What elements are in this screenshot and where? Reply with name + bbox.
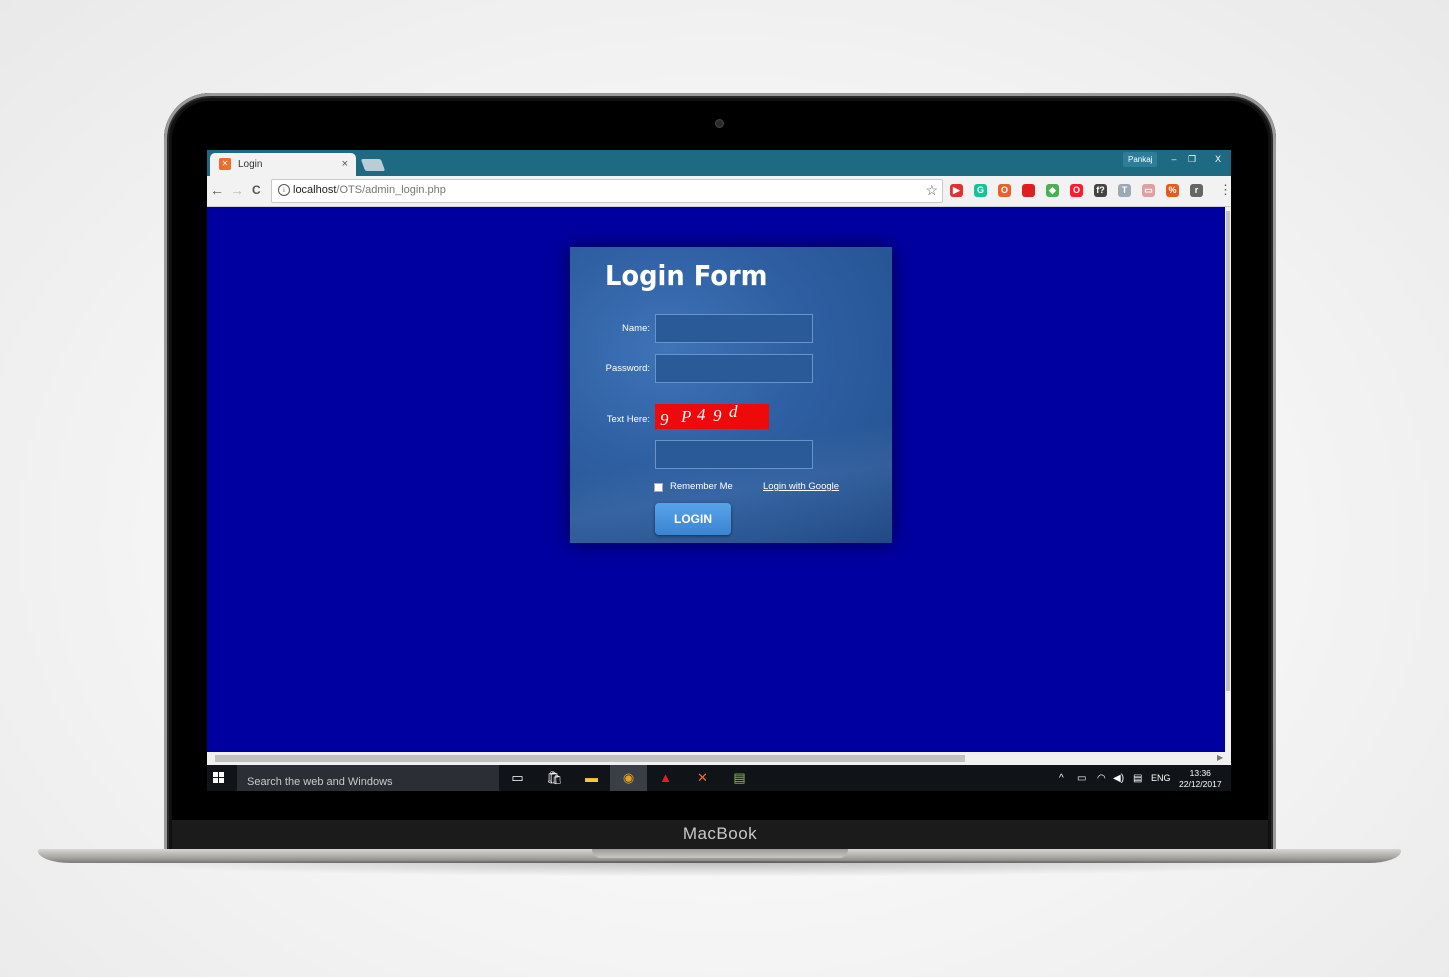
laptop-base-notch — [592, 849, 848, 858]
name-label: Name: — [622, 323, 650, 334]
camera-icon — [716, 120, 723, 127]
formula-ext-icon[interactable]: f? — [1094, 184, 1107, 197]
url-path: /OTS/admin_login.php — [336, 184, 446, 196]
browser-tab-login[interactable]: ✕ Login × — [210, 153, 356, 176]
wifi-icon[interactable]: ◠ — [1097, 773, 1106, 784]
tab-title: Login — [238, 159, 263, 170]
forward-icon[interactable]: → — [230, 183, 244, 197]
captcha-label: Text Here: — [606, 414, 650, 425]
remember-me-label: Remember Me — [670, 481, 733, 492]
browser-toolbar: ← → C i localhost/OTS/admin_login.php ☆ … — [207, 176, 1231, 207]
laptop-shadow — [80, 861, 1360, 877]
form-title: Login Form — [605, 259, 768, 292]
captcha-char: d — [729, 404, 738, 421]
captcha-image: 9 P 4 9 d — [655, 404, 769, 429]
address-bar[interactable]: i localhost/OTS/admin_login.php ☆ — [271, 179, 943, 203]
bookmark-star-icon[interactable]: ☆ — [925, 182, 938, 199]
login-button[interactable]: LOGIN — [655, 503, 731, 535]
profile-button[interactable]: Pankaj — [1123, 152, 1158, 167]
minimize-icon[interactable]: – — [1165, 151, 1183, 167]
opera-ext-icon[interactable]: O — [1070, 184, 1083, 197]
restore-icon[interactable]: ❐ — [1183, 151, 1201, 167]
info-icon[interactable]: i — [278, 184, 290, 196]
captcha-input[interactable] — [655, 440, 813, 469]
calendar-ext-icon[interactable]: ▭ — [1142, 184, 1155, 197]
captcha-char: P — [681, 407, 692, 426]
clock-time: 13:36 — [1189, 768, 1211, 778]
url-host: localhost — [293, 184, 337, 196]
grammarly-ext-icon[interactable]: G — [974, 184, 987, 197]
bookmark-ext-icon[interactable] — [1022, 184, 1035, 197]
vertical-scrollbar[interactable] — [1225, 207, 1231, 752]
xampp-favicon-icon: ✕ — [219, 158, 231, 170]
text-ext-icon[interactable]: T — [1118, 184, 1131, 197]
office-ext-icon[interactable]: O — [998, 184, 1011, 197]
notifications-icon[interactable]: ▤ — [1133, 773, 1142, 784]
vertical-scroll-thumb[interactable] — [1226, 211, 1230, 691]
video-ext-icon[interactable]: ▶ — [950, 184, 963, 197]
password-label: Password: — [605, 363, 650, 374]
battery-icon[interactable]: ▭ — [1077, 773, 1086, 784]
percent-ext-icon[interactable]: % — [1166, 184, 1179, 197]
windows-taskbar: Search the web and Windows ▭ 🛍 ▬ ◉ ▲ ✕ ▤… — [207, 765, 1231, 791]
tab-close-icon[interactable]: × — [342, 158, 348, 170]
colorful-ext-icon[interactable]: ◆ — [1046, 184, 1059, 197]
r-ext-icon[interactable]: r — [1190, 184, 1203, 197]
task-view-icon[interactable]: ▭ — [499, 765, 536, 791]
page-content: Login Form Name: Password: Text Here: 9 … — [207, 207, 1225, 752]
remember-me-checkbox[interactable] — [654, 483, 663, 492]
new-tab-button[interactable] — [360, 159, 386, 171]
macbook-label: MacBook — [682, 824, 758, 843]
windows-start-icon[interactable] — [213, 772, 225, 784]
back-icon[interactable]: ← — [210, 183, 224, 197]
horizontal-scroll-thumb[interactable] — [215, 755, 965, 762]
close-window-icon[interactable]: X — [1209, 151, 1227, 167]
tray-expand-icon[interactable]: ^ — [1059, 773, 1064, 784]
scroll-right-icon[interactable]: ▶ — [1217, 753, 1223, 762]
name-input[interactable] — [655, 314, 813, 343]
captcha-char: 9 — [713, 406, 722, 425]
language-indicator[interactable]: ENG — [1151, 773, 1171, 783]
horizontal-scrollbar[interactable]: ▶ — [207, 752, 1231, 765]
clock-date: 22/12/2017 — [1179, 779, 1222, 789]
captcha-char: 9 — [660, 410, 669, 429]
xampp-icon[interactable]: ✕ — [684, 765, 721, 791]
notepad-icon[interactable]: ▤ — [721, 765, 758, 791]
screen: ✕ Login × Pankaj – ❐ X ← → C i localhost… — [207, 150, 1231, 791]
taskbar-clock[interactable]: 13:36 22/12/2017 — [1179, 768, 1222, 790]
password-input[interactable] — [655, 354, 813, 383]
reload-icon[interactable]: C — [252, 183, 261, 197]
chrome-icon[interactable]: ◉ — [610, 765, 647, 791]
menu-icon[interactable]: ⋮ — [1219, 183, 1231, 197]
acrobat-icon[interactable]: ▲ — [647, 765, 684, 791]
captcha-char: 4 — [697, 405, 706, 424]
browser-tabbar: ✕ Login × Pankaj – ❐ X — [207, 150, 1231, 176]
taskbar-search-box[interactable]: Search the web and Windows — [237, 765, 499, 791]
store-icon[interactable]: 🛍 — [536, 765, 573, 791]
volume-icon[interactable]: ◀) — [1113, 773, 1124, 784]
address-url: localhost/OTS/admin_login.php — [293, 184, 446, 196]
login-form: Login Form Name: Password: Text Here: 9 … — [570, 247, 892, 543]
file-explorer-icon[interactable]: ▬ — [573, 765, 610, 791]
login-with-google-link[interactable]: Login with Google — [763, 481, 839, 492]
